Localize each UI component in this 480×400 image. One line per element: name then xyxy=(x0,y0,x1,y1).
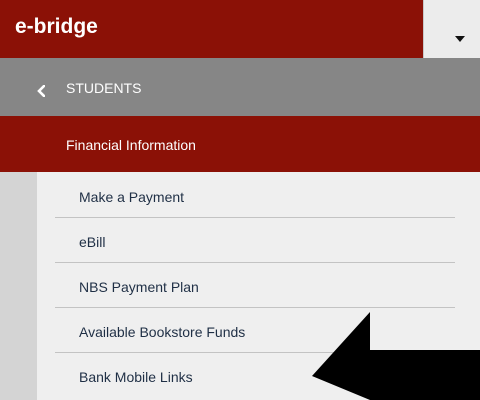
submenu-item-label: NBS Payment Plan xyxy=(79,279,199,295)
arrow-left-icon xyxy=(312,312,480,400)
top-bar: e-bridge xyxy=(0,0,480,58)
submenu-indent-rail xyxy=(0,172,37,400)
brand-logo-text[interactable]: e-bridge xyxy=(15,13,98,41)
menu-toggle-button[interactable] xyxy=(423,0,480,58)
submenu-item-label: Available Bookstore Funds xyxy=(79,324,246,340)
mobile-nav-screen: e-bridge STUDENTS Financial Information … xyxy=(0,0,480,400)
submenu-item-make-a-payment[interactable]: Make a Payment xyxy=(55,173,455,217)
submenu-item-nbs-payment-plan[interactable]: NBS Payment Plan xyxy=(55,263,455,307)
caret-down-icon xyxy=(455,36,465,42)
nav-item-label: Financial Information xyxy=(66,137,196,153)
submenu-item-ebill[interactable]: eBill xyxy=(55,218,455,262)
submenu-item-label: Bank Mobile Links xyxy=(79,369,193,385)
section-title: STUDENTS xyxy=(66,80,142,96)
submenu-item-label: eBill xyxy=(79,234,106,250)
chevron-left-icon[interactable] xyxy=(37,85,45,97)
submenu-item-label: Make a Payment xyxy=(79,189,185,205)
